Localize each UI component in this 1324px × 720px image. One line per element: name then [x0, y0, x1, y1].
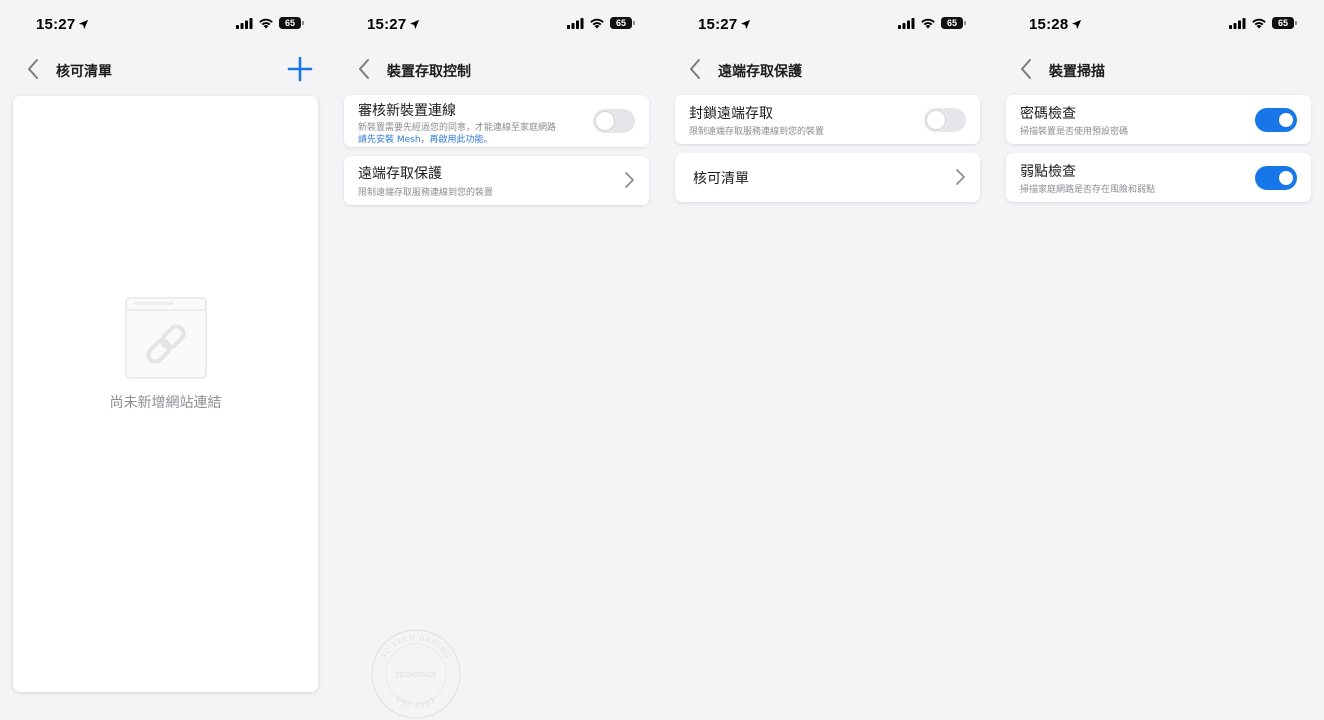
row-title: 密碼檢查 [1020, 106, 1076, 122]
password-check-card: 密碼檢查 掃描裝置是否使用預設密碼 [1006, 95, 1311, 144]
empty-state-text: 尚未新增網站連結 [109, 395, 222, 411]
status-bar: 15:28 65 [993, 16, 1324, 36]
battery-level: 65 [615, 18, 626, 28]
location-arrow-icon [741, 19, 751, 30]
location-arrow-icon [1072, 19, 1082, 30]
toggle-knob [1279, 113, 1293, 127]
time-label: 15:27 [698, 16, 738, 33]
wifi-icon [921, 18, 935, 29]
status-bar: 15:27 65 [331, 16, 662, 36]
page-title: 裝置存取控制 [387, 64, 471, 80]
back-button[interactable] [1015, 56, 1037, 82]
location-arrow-icon [410, 19, 420, 30]
battery-level: 65 [946, 18, 957, 28]
time-label: 15:28 [1029, 16, 1069, 33]
block-remote-access-card: 封鎖遠端存取 限制遠端存取服務連線到您的裝置 [675, 95, 980, 144]
back-chevron-icon [690, 59, 700, 79]
plus-icon [287, 56, 313, 82]
back-button[interactable] [353, 56, 375, 82]
wifi-icon [590, 18, 604, 29]
row-title: 遠端存取保護 [358, 166, 442, 182]
chevron-right-icon [956, 169, 965, 185]
battery-icon: 65 [941, 17, 966, 29]
back-button[interactable] [22, 56, 44, 82]
page-title: 核可清單 [56, 64, 112, 80]
status-indicators: 65 [236, 17, 304, 29]
cellular-signal-icon [1229, 17, 1246, 29]
nav-bar: 遠端存取保護 [662, 52, 993, 86]
cellular-signal-icon [236, 17, 253, 29]
review-new-device-card: 審核新裝置連線 新裝置需要先經過您的同意，才能連線至家庭網路 請先安裝 Mesh… [344, 95, 649, 147]
review-new-device-toggle[interactable] [593, 109, 635, 133]
remote-access-protection-row[interactable]: 遠端存取保護 限制遠端存取服務連線到您的裝置 [344, 156, 649, 205]
status-time: 15:27 [367, 16, 420, 33]
location-arrow-icon [79, 19, 89, 30]
wifi-icon [1252, 18, 1266, 29]
toggle-knob [927, 111, 945, 129]
battery-icon: 65 [279, 17, 304, 29]
watermark-seal: 3C·TECH·GAMING TECHSPACE EST 2022 [371, 629, 461, 719]
link-illustration-icon [125, 297, 207, 379]
back-chevron-icon [359, 59, 369, 79]
nav-bar: 裝置掃描 [993, 52, 1324, 86]
row-subtitle: 掃描裝置是否使用預設密碼 [1020, 127, 1129, 137]
watermark-bottom-text: EST 2022 [394, 695, 436, 710]
status-time: 15:27 [698, 16, 751, 33]
screen-approved-list: 15:27 65 核可清單 尚未新增網站連結 [0, 0, 331, 720]
row-subtitle: 限制遠端存取服務連線到您的裝置 [358, 188, 494, 198]
vulnerability-check-toggle[interactable] [1255, 166, 1297, 190]
cellular-signal-icon [567, 17, 584, 29]
row-subtitle: 掃描家庭網路是否存在風險和弱點 [1020, 185, 1156, 195]
back-chevron-icon [28, 59, 38, 79]
back-button[interactable] [684, 56, 706, 82]
row-title: 弱點檢查 [1020, 164, 1076, 180]
row-title: 審核新裝置連線 [358, 103, 456, 119]
row-subtitle: 限制遠端存取服務連線到您的裝置 [689, 127, 825, 137]
screen-device-scan: 15:28 65 裝置掃描 密碼檢查 掃描裝置是否使用預設密碼 弱點檢查 掃描家… [993, 0, 1324, 720]
status-indicators: 65 [567, 17, 635, 29]
status-indicators: 65 [898, 17, 966, 29]
chevron-right-icon [625, 172, 634, 188]
status-bar: 15:27 65 [662, 16, 993, 36]
row-title: 核可清單 [693, 171, 749, 187]
battery-icon: 65 [610, 17, 635, 29]
page-title: 裝置掃描 [1049, 64, 1105, 80]
battery-level: 65 [1277, 18, 1288, 28]
approved-list-row[interactable]: 核可清單 [675, 153, 980, 202]
page-title: 遠端存取保護 [718, 64, 802, 80]
block-remote-access-toggle[interactable] [924, 108, 966, 132]
row-title: 封鎖遠端存取 [689, 106, 773, 122]
password-check-toggle[interactable] [1255, 108, 1297, 132]
svg-text:EST 2022: EST 2022 [394, 695, 438, 710]
watermark-center-text: TECHSPACE [394, 671, 436, 679]
install-mesh-link[interactable]: 請先安裝 Mesh，再啟用此功能。 [358, 132, 493, 145]
vulnerability-check-card: 弱點檢查 掃描家庭網路是否存在風險和弱點 [1006, 153, 1311, 202]
status-time: 15:28 [1029, 16, 1082, 33]
back-chevron-icon [1021, 59, 1031, 79]
empty-state-card: 尚未新增網站連結 [13, 96, 318, 692]
screen-device-access-control: 15:27 65 裝置存取控制 審核新裝置連線 新裝置需要先經過您的同意，才能連… [331, 0, 662, 720]
nav-bar: 核可清單 [0, 52, 331, 86]
cellular-signal-icon [898, 17, 915, 29]
toggle-knob [1279, 171, 1293, 185]
add-button[interactable] [287, 56, 313, 82]
status-time: 15:27 [36, 16, 89, 33]
screen-remote-access-protection: 15:27 65 遠端存取保護 封鎖遠端存取 限制遠端存取服務連線到您的裝置 核… [662, 0, 993, 720]
time-label: 15:27 [36, 16, 76, 33]
status-indicators: 65 [1229, 17, 1297, 29]
time-label: 15:27 [367, 16, 407, 33]
nav-bar: 裝置存取控制 [331, 52, 662, 86]
wifi-icon [259, 18, 273, 29]
toggle-knob [596, 112, 614, 130]
status-bar: 15:27 65 [0, 16, 331, 36]
battery-level: 65 [284, 18, 295, 28]
battery-icon: 65 [1272, 17, 1297, 29]
